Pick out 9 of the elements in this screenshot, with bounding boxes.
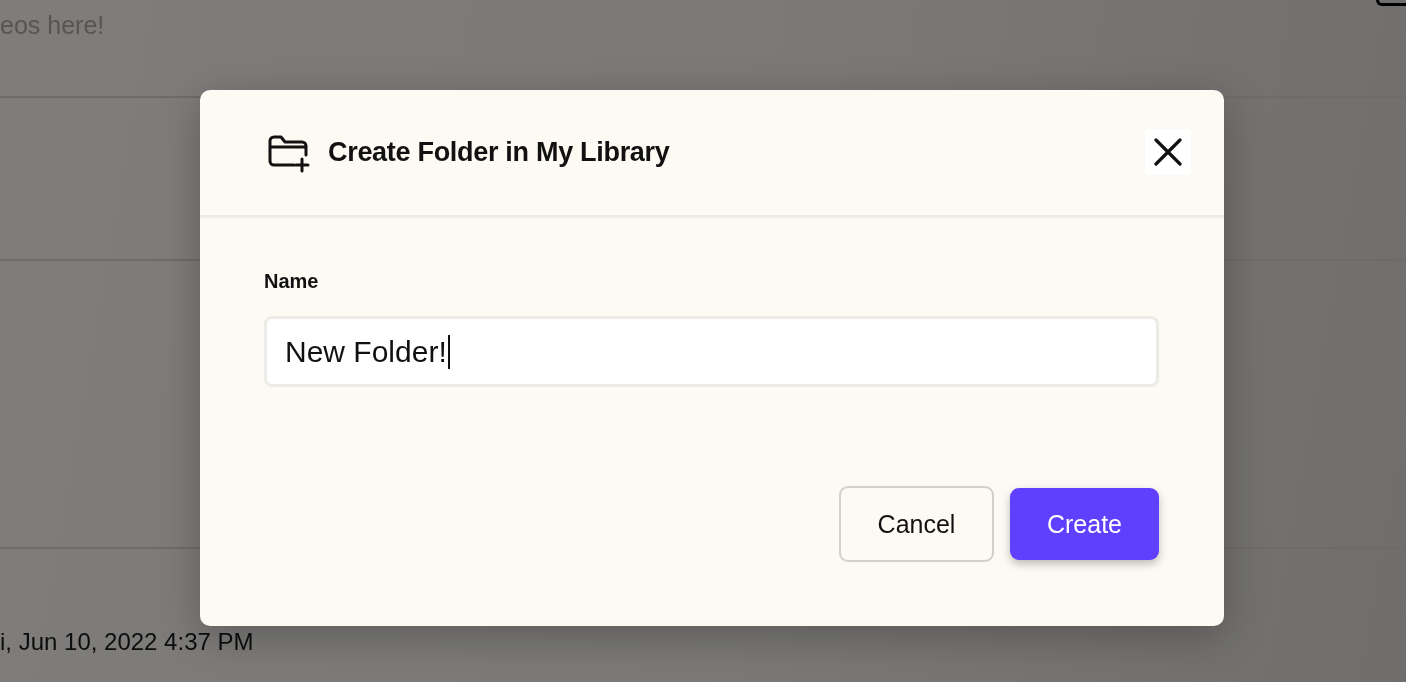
timestamp-text: i, Jun 10, 2022 4:37 PM [0, 627, 254, 657]
cancel-button[interactable]: Cancel [839, 486, 994, 562]
close-button[interactable] [1145, 128, 1191, 175]
dialog-title: Create Folder in My Library [328, 137, 671, 168]
folder-plus-icon [268, 134, 310, 173]
create-button[interactable]: Create [1010, 488, 1159, 560]
close-icon [1154, 137, 1182, 166]
name-input-field[interactable]: New Folder! [264, 316, 1159, 387]
field-label: Name [264, 269, 319, 293]
